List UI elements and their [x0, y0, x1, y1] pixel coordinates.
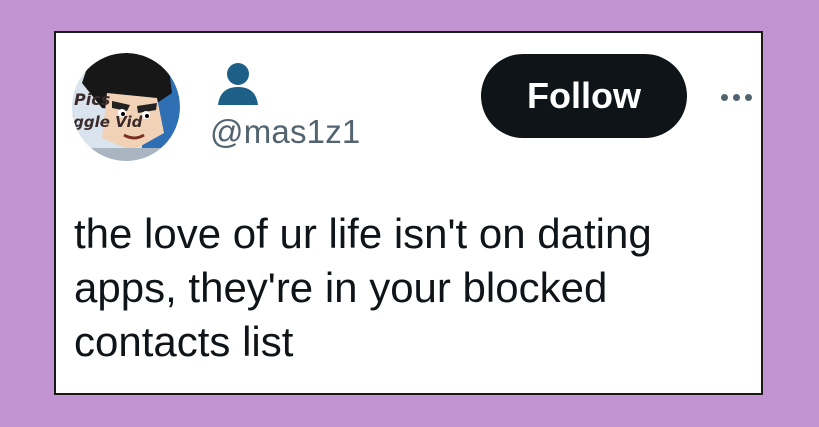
tweet-text-line: contacts list [74, 318, 294, 365]
tweet-text: the love of ur life isn't on dating apps… [74, 207, 744, 369]
tweet-text-line: apps, they're in your blocked [74, 264, 608, 311]
avatar-text-vid: iggle Vid [72, 113, 143, 131]
follow-button[interactable]: Follow [481, 54, 687, 138]
person-icon [214, 59, 262, 107]
dot [720, 93, 728, 101]
avatar-text-pics: Pics [74, 90, 110, 109]
dot [744, 93, 752, 101]
user-handle[interactable]: @mas1z1 [210, 113, 360, 151]
dot [732, 93, 740, 101]
avatar[interactable]: Pics iggle Vid [72, 53, 180, 161]
tweet-text-line: the love of ur life isn't on dating [74, 210, 652, 257]
tweet-card: Pics iggle Vid @mas1z1 Follow the love o… [54, 31, 763, 395]
more-options-icon[interactable] [714, 77, 758, 117]
avatar-image: Pics iggle Vid [72, 53, 180, 161]
